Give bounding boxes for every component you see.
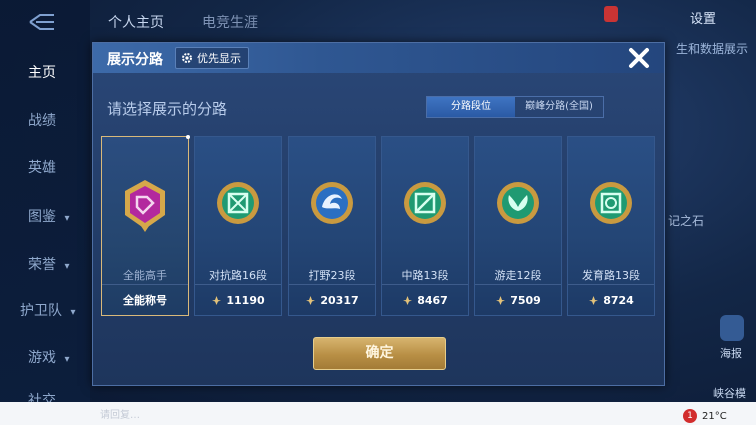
- chevron-down-icon: ▾: [64, 261, 70, 272]
- dialog-header: 展示分路 优先显示: [93, 43, 664, 73]
- tab-profile[interactable]: 个人主页: [108, 12, 164, 32]
- priority-label: 优先显示: [197, 52, 241, 65]
- nav-item-honor[interactable]: 荣誉 ▾: [0, 254, 90, 274]
- clash-lane-emblem-icon: [217, 182, 259, 224]
- lane-card-label: 打野23段: [308, 269, 356, 282]
- lane-card-farm[interactable]: 发育路13段 8724: [567, 136, 655, 316]
- lane-card-footer: 7509: [475, 284, 561, 315]
- chevron-down-icon: ▾: [64, 354, 70, 365]
- nav-label: 护卫队: [20, 303, 62, 319]
- lane-card-clash[interactable]: 对抗路16段 11190: [194, 136, 282, 316]
- tab-lane-rank[interactable]: 分路段位: [427, 97, 515, 117]
- nav-item-game[interactable]: 游戏 ▾: [0, 347, 90, 367]
- lane-card-score: 20317: [320, 293, 359, 307]
- tab-esports[interactable]: 电竞生涯: [202, 12, 258, 32]
- nav-item-atlas[interactable]: 图鉴 ▾: [0, 206, 90, 226]
- side-text-canyon: 峡谷模: [713, 387, 746, 400]
- farm-lane-emblem-icon: [590, 182, 632, 224]
- left-nav: 主页 战绩 英雄 图鉴 ▾ 荣誉 ▾ 护卫队 ▾ 游戏 ▾ 社交: [0, 0, 90, 409]
- lane-card-mid[interactable]: 中路13段 8467: [381, 136, 469, 316]
- notification-badge-icon[interactable]: [604, 6, 618, 22]
- lane-card-label: 中路13段: [401, 269, 449, 282]
- lane-card-score: 11190: [226, 293, 265, 307]
- power-icon: [403, 295, 413, 305]
- power-icon: [306, 295, 316, 305]
- nav-item-guard[interactable]: 护卫队 ▾: [0, 300, 90, 320]
- lane-card-label: 全能高手: [123, 269, 167, 282]
- poster-icon[interactable]: [720, 315, 744, 341]
- chevron-down-icon: ▾: [64, 213, 70, 224]
- lane-card-footer: 全能称号: [102, 284, 188, 315]
- all-round-emblem-icon: [125, 180, 165, 232]
- tab-peak-lane[interactable]: 巅峰分路(全国): [515, 97, 603, 117]
- nav-label: 游戏: [28, 350, 56, 366]
- lane-card-label: 对抗路16段: [209, 269, 267, 282]
- lane-card-jungle[interactable]: 打野23段 20317: [288, 136, 376, 316]
- dialog-title: 展示分路: [107, 52, 163, 68]
- lane-mode-segmented: 分路段位 巅峰分路(全国): [426, 96, 604, 118]
- taskbar-faint-text: 请回复…: [100, 410, 140, 421]
- side-text-poster: 海报: [720, 347, 742, 360]
- selection-marker: [186, 135, 190, 139]
- weather-temperature[interactable]: 21°C: [702, 411, 727, 422]
- lane-card-label: 发育路13段: [582, 269, 640, 282]
- notification-count-badge[interactable]: 1: [683, 409, 697, 423]
- jungle-lane-emblem-icon: [311, 182, 353, 224]
- nav-item-heroes[interactable]: 英雄: [0, 157, 90, 177]
- nav-label: 英雄: [28, 160, 56, 176]
- confirm-button[interactable]: 确定: [313, 337, 446, 370]
- background-label: 生和数据展示: [675, 42, 748, 56]
- lane-card-footer: 8724: [568, 284, 654, 315]
- settings-button[interactable]: 设置: [690, 8, 716, 27]
- back-icon[interactable]: [22, 12, 58, 32]
- side-label: 记之石: [667, 214, 704, 228]
- lane-card-label: 游走12段: [494, 269, 542, 282]
- lane-card-footer: 11190: [195, 284, 281, 315]
- nav-label: 荣誉: [28, 257, 56, 273]
- lane-display-dialog: 展示分路 优先显示 请选择展示的分路 分路段位 巅峰分路(全国) 全能高手 全能…: [92, 42, 665, 386]
- top-mini-panel: [626, 4, 682, 26]
- nav-label: 图鉴: [28, 209, 56, 225]
- chevron-down-icon: ▾: [70, 307, 76, 318]
- priority-display-button[interactable]: 优先显示: [175, 47, 249, 69]
- power-icon: [212, 295, 222, 305]
- nav-item-home[interactable]: 主页: [0, 62, 90, 82]
- lane-card-footer: 20317: [289, 284, 375, 315]
- close-icon[interactable]: [626, 45, 652, 71]
- power-icon: [496, 295, 506, 305]
- taskbar: 请回复…: [0, 402, 756, 425]
- lane-card-footer-text: 全能称号: [123, 294, 167, 307]
- nav-item-record[interactable]: 战绩: [0, 110, 90, 130]
- lane-card-all-round[interactable]: 全能高手 全能称号: [101, 135, 190, 316]
- nav-label: 战绩: [28, 113, 56, 129]
- nav-label: 主页: [28, 65, 56, 81]
- power-icon: [589, 295, 599, 305]
- lane-card-roam[interactable]: 游走12段 7509: [474, 136, 562, 316]
- lane-card-footer: 8467: [382, 284, 468, 315]
- roam-lane-emblem-icon: [497, 182, 539, 224]
- dialog-subtitle: 请选择展示的分路: [107, 100, 228, 118]
- lane-card-score: 8724: [603, 293, 634, 307]
- lane-card-score: 7509: [510, 293, 541, 307]
- mid-lane-emblem-icon: [404, 182, 446, 224]
- gear-icon: [182, 53, 192, 63]
- lane-card-score: 8467: [417, 293, 448, 307]
